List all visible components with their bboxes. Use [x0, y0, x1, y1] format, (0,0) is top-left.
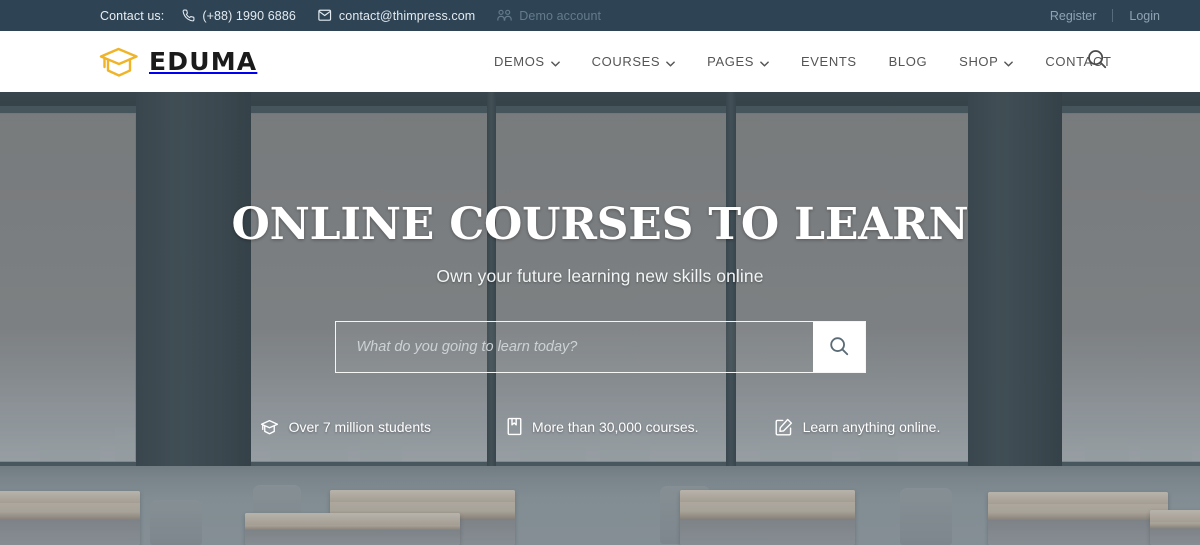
header-search-toggle[interactable] — [1080, 31, 1114, 92]
phone-number: (+88) 1990 6886 — [202, 8, 296, 23]
pencil-square-icon — [775, 418, 793, 436]
nav-label-blog: BLOG — [888, 54, 928, 69]
hero-stat-courses: More than 30,000 courses. — [469, 417, 737, 436]
chevron-down-icon — [666, 55, 675, 70]
top-bar-left: Contact us: (+88) 1990 6886 contact@thim… — [100, 9, 623, 23]
nav-item-shop[interactable]: SHOP — [943, 31, 1029, 92]
top-bar: Contact us: (+88) 1990 6886 contact@thim… — [0, 0, 1200, 31]
demo-account-label: Demo account — [519, 8, 602, 23]
nav-item-blog[interactable]: BLOG — [873, 31, 944, 92]
hero-banner: ONLINE COURSES TO LEARN Own your future … — [0, 92, 1200, 545]
course-search-submit-button[interactable] — [812, 322, 865, 372]
nav-label-shop: SHOP — [959, 54, 999, 69]
graduation-cap-logo-icon — [98, 45, 140, 79]
nav-label-pages: PAGES — [707, 54, 755, 69]
nav-item-demos[interactable]: DEMOS — [478, 31, 576, 92]
email-contact[interactable]: contact@thimpress.com — [318, 9, 475, 23]
contact-us-label: Contact us: — [100, 8, 165, 23]
hero-stats: Over 7 million students More than 30,000… — [222, 417, 979, 436]
users-group-icon — [497, 9, 512, 22]
search-icon — [1086, 48, 1108, 75]
nav-label-events: EVENTS — [801, 54, 857, 69]
email-address: contact@thimpress.com — [338, 8, 476, 23]
hero-stat-courses-label: More than 30,000 courses. — [532, 418, 699, 435]
site-logo[interactable]: EDUMA — [98, 45, 257, 79]
book-icon — [507, 417, 522, 436]
graduation-cap-icon — [260, 418, 279, 436]
hero-stat-learn-label: Learn anything online. — [802, 418, 941, 435]
nav-item-pages[interactable]: PAGES — [691, 31, 785, 92]
course-search-input[interactable] — [335, 322, 813, 372]
envelope-icon — [318, 9, 332, 22]
top-bar-right: Register Login — [1034, 0, 1176, 31]
hero-subtitle: Own your future learning new skills onli… — [436, 266, 764, 286]
chevron-down-icon — [550, 55, 560, 70]
demo-account-link[interactable]: Demo account — [497, 9, 601, 23]
hero-stat-students-label: Over 7 million students — [288, 418, 432, 435]
register-link[interactable]: Register — [1034, 9, 1113, 23]
course-search-form — [334, 321, 866, 373]
hero-stat-learn: Learn anything online. — [737, 418, 979, 436]
chevron-down-icon — [1004, 55, 1014, 70]
nav-item-events[interactable]: EVENTS — [785, 31, 873, 92]
hero-content: ONLINE COURSES TO LEARN Own your future … — [0, 92, 1200, 545]
chevron-down-icon — [760, 55, 769, 70]
nav-label-courses: COURSES — [591, 54, 661, 69]
login-link[interactable]: Login — [1113, 9, 1176, 23]
nav-label-demos: DEMOS — [494, 54, 545, 69]
main-navigation: DEMOS COURSES PAGES EVENTS BLOG SHOP CON… — [478, 31, 1128, 92]
nav-item-courses[interactable]: COURSES — [576, 31, 692, 92]
site-header: EDUMA DEMOS COURSES PAGES EVENTS BLOG SH… — [0, 31, 1200, 92]
hero-stat-students: Over 7 million students — [222, 418, 469, 436]
logo-text: EDUMA — [149, 47, 258, 76]
hero-title: ONLINE COURSES TO LEARN — [231, 199, 969, 250]
phone-contact[interactable]: (+88) 1990 6886 — [182, 9, 296, 23]
phone-icon — [182, 9, 195, 22]
search-icon — [828, 335, 850, 360]
